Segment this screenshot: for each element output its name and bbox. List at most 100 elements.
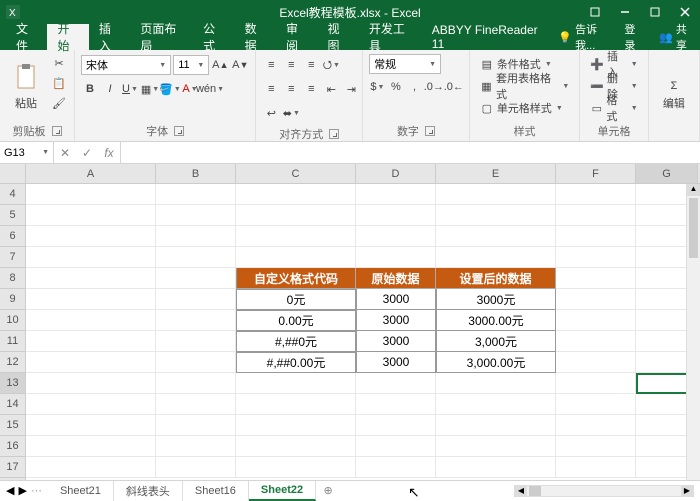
row-header-16[interactable]: 16 xyxy=(0,436,25,457)
increase-decimal-button[interactable]: .0→ xyxy=(425,78,443,96)
cell-B16[interactable] xyxy=(156,436,236,457)
font-size-combo[interactable]: 11▼ xyxy=(173,55,209,75)
fx-button[interactable]: fx xyxy=(98,142,120,163)
cell-styles-button[interactable]: ▢单元格样式▼ xyxy=(476,98,574,118)
cell-A17[interactable] xyxy=(26,457,156,478)
cells-area[interactable]: 自定义格式代码原始数据设置后的数据0元30003000元0.00元3000300… xyxy=(26,184,700,480)
percent-button[interactable]: % xyxy=(388,78,405,96)
sheet-tab-sheet21[interactable]: Sheet21 xyxy=(48,481,114,501)
cell-D8[interactable]: 原始数据 xyxy=(356,268,436,289)
tab-layout[interactable]: 页面布局 xyxy=(130,24,193,50)
cancel-formula-button[interactable]: ✕ xyxy=(54,142,76,163)
cell-A14[interactable] xyxy=(26,394,156,415)
cell-B9[interactable] xyxy=(156,289,236,310)
align-launcher[interactable] xyxy=(329,129,339,139)
col-header-A[interactable]: A xyxy=(26,164,156,183)
col-header-C[interactable]: C xyxy=(236,164,356,183)
tab-formula[interactable]: 公式 xyxy=(193,24,234,50)
cell-A11[interactable] xyxy=(26,331,156,352)
cell-E13[interactable] xyxy=(436,373,556,394)
align-top-button[interactable]: ≡ xyxy=(262,56,280,74)
cell-B8[interactable] xyxy=(156,268,236,289)
number-launcher[interactable] xyxy=(425,126,435,136)
cell-C13[interactable] xyxy=(236,373,356,394)
cell-C17[interactable] xyxy=(236,457,356,478)
scroll-up-button[interactable]: ▲ xyxy=(687,184,700,196)
font-name-combo[interactable]: 宋体▼ xyxy=(81,55,171,75)
italic-button[interactable]: I xyxy=(101,80,119,98)
number-format-combo[interactable]: 常规▼ xyxy=(369,54,441,74)
cell-E16[interactable] xyxy=(436,436,556,457)
tab-insert[interactable]: 插入 xyxy=(89,24,130,50)
tab-abbyy[interactable]: ABBYY FineReader 11 xyxy=(422,24,551,50)
cell-A10[interactable] xyxy=(26,310,156,331)
cell-D6[interactable] xyxy=(356,226,436,247)
col-header-E[interactable]: E xyxy=(436,164,556,183)
comma-button[interactable]: , xyxy=(406,78,423,96)
clipboard-launcher[interactable] xyxy=(52,126,62,136)
merge-button[interactable]: ⬌▼ xyxy=(282,104,300,122)
cell-E4[interactable] xyxy=(436,184,556,205)
wrap-text-button[interactable]: ↩ xyxy=(262,104,280,122)
cell-F15[interactable] xyxy=(556,415,636,436)
cell-D15[interactable] xyxy=(356,415,436,436)
cell-C10[interactable]: 0.00元 xyxy=(236,310,356,331)
cell-C16[interactable] xyxy=(236,436,356,457)
cell-A9[interactable] xyxy=(26,289,156,310)
cell-B17[interactable] xyxy=(156,457,236,478)
align-bottom-button[interactable]: ≡ xyxy=(302,56,320,74)
scroll-left-button[interactable]: ◀ xyxy=(515,486,527,496)
cell-E9[interactable]: 3000元 xyxy=(436,289,556,310)
tab-data[interactable]: 数据 xyxy=(235,24,276,50)
cell-C7[interactable] xyxy=(236,247,356,268)
cell-C5[interactable] xyxy=(236,205,356,226)
cell-D9[interactable]: 3000 xyxy=(356,289,436,310)
cell-F4[interactable] xyxy=(556,184,636,205)
row-header-5[interactable]: 5 xyxy=(0,205,25,226)
row-header-8[interactable]: 8 xyxy=(0,268,25,289)
cell-B13[interactable] xyxy=(156,373,236,394)
cell-B7[interactable] xyxy=(156,247,236,268)
cell-C8[interactable]: 自定义格式代码 xyxy=(236,268,356,289)
cell-A16[interactable] xyxy=(26,436,156,457)
row-header-6[interactable]: 6 xyxy=(0,226,25,247)
cell-A12[interactable] xyxy=(26,352,156,373)
cell-B14[interactable] xyxy=(156,394,236,415)
decrease-decimal-button[interactable]: .0← xyxy=(445,78,463,96)
cell-D14[interactable] xyxy=(356,394,436,415)
cell-C9[interactable]: 0元 xyxy=(236,289,356,310)
tab-view[interactable]: 视图 xyxy=(317,24,358,50)
new-sheet-button[interactable]: ⊕ xyxy=(316,484,340,497)
row-header-7[interactable]: 7 xyxy=(0,247,25,268)
cell-A4[interactable] xyxy=(26,184,156,205)
cell-A15[interactable] xyxy=(26,415,156,436)
phonetic-button[interactable]: wén▼ xyxy=(201,80,219,98)
shrink-font-button[interactable]: A▼ xyxy=(231,56,249,74)
underline-button[interactable]: U▼ xyxy=(121,80,139,98)
table-format-button[interactable]: ▦套用表格格式▼ xyxy=(476,76,574,96)
cell-B12[interactable] xyxy=(156,352,236,373)
sheet-nav-next[interactable]: ▶ xyxy=(18,484,26,497)
accounting-button[interactable]: $▼ xyxy=(369,78,386,96)
cell-E14[interactable] xyxy=(436,394,556,415)
cell-F17[interactable] xyxy=(556,457,636,478)
col-header-F[interactable]: F xyxy=(556,164,636,183)
name-box[interactable]: G13▼ xyxy=(0,142,54,163)
align-center-button[interactable]: ≡ xyxy=(282,80,300,98)
grow-font-button[interactable]: A▲ xyxy=(211,56,229,74)
select-all-corner[interactable] xyxy=(0,164,25,184)
format-cells-button[interactable]: ▭格式▼ xyxy=(586,98,641,118)
cell-C12[interactable]: #,##0.00元 xyxy=(236,352,356,373)
cell-F14[interactable] xyxy=(556,394,636,415)
cell-E15[interactable] xyxy=(436,415,556,436)
cell-F5[interactable] xyxy=(556,205,636,226)
cell-F11[interactable] xyxy=(556,331,636,352)
cell-C6[interactable] xyxy=(236,226,356,247)
row-header-11[interactable]: 11 xyxy=(0,331,25,352)
align-middle-button[interactable]: ≡ xyxy=(282,56,300,74)
cell-E7[interactable] xyxy=(436,247,556,268)
share-button[interactable]: 👥共享 xyxy=(651,21,700,53)
cell-D7[interactable] xyxy=(356,247,436,268)
orientation-button[interactable]: ⭯▼ xyxy=(322,56,340,74)
indent-dec-button[interactable]: ⇤ xyxy=(322,80,340,98)
